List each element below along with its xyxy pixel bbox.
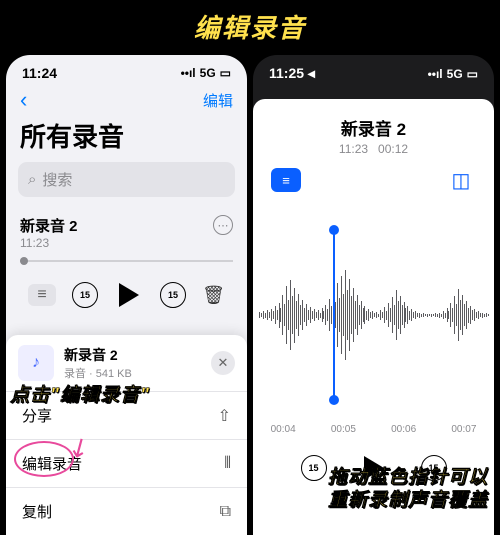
editor-tools: ≡ ◫ bbox=[253, 158, 494, 202]
eq-button[interactable]: ≡ bbox=[28, 284, 56, 306]
search-placeholder: 搜索 bbox=[42, 169, 72, 190]
network-label: 5G bbox=[447, 67, 463, 81]
nav-bar: ‹ 编辑 bbox=[6, 85, 247, 115]
recording-item[interactable]: 新录音 2 11:23 ⋯ bbox=[6, 207, 247, 254]
page-title: 编辑录音 bbox=[0, 0, 500, 55]
waveform-icon: ⫴ bbox=[224, 455, 231, 473]
tick: 00:07 bbox=[451, 424, 476, 435]
delete-button[interactable]: 🗑 bbox=[202, 285, 225, 306]
sheet-label: 分享 bbox=[22, 405, 52, 426]
battery-icon: ▭ bbox=[467, 67, 478, 81]
status-right: ••ıl 5G ▭ bbox=[181, 66, 231, 80]
share-icon: ⇧ bbox=[218, 406, 231, 426]
recording-time: 11:23 bbox=[20, 236, 78, 250]
status-right: ••ıl 5G ▭ bbox=[428, 67, 478, 81]
edit-button[interactable]: 编辑 bbox=[203, 90, 233, 111]
sheet-label: 编辑录音 bbox=[22, 453, 82, 474]
phone-left: 11:24 ••ıl 5G ▭ ‹ 编辑 所有录音 ⌕ 搜索 新录音 2 11:… bbox=[6, 55, 247, 535]
tick: 00:04 bbox=[271, 424, 296, 435]
screen-title: 所有录音 bbox=[6, 115, 247, 162]
skip-back-button[interactable]: 15 bbox=[301, 455, 327, 481]
playback-controls: ≡ 15 15 🗑 bbox=[6, 268, 247, 326]
callout-left: 点击"编辑录音" bbox=[10, 384, 150, 408]
settings-button[interactable]: ≡ bbox=[271, 168, 301, 192]
sheet-label: 复制 bbox=[22, 501, 52, 522]
timeline: 00:04 00:05 00:06 00:07 bbox=[253, 420, 494, 439]
search-icon: ⌕ bbox=[28, 171, 36, 188]
tick: 00:06 bbox=[391, 424, 416, 435]
signal-icon: ••ıl bbox=[181, 66, 196, 80]
editor-time: 11:23 bbox=[339, 142, 368, 156]
phones-container: 11:24 ••ıl 5G ▭ ‹ 编辑 所有录音 ⌕ 搜索 新录音 2 11:… bbox=[0, 55, 500, 535]
editor-header: 新录音 2 11:23 00:12 bbox=[253, 99, 494, 158]
back-button[interactable]: ‹ bbox=[20, 87, 27, 113]
callout-right: 拖动蓝色指针可以 重新录制声音覆盖 bbox=[328, 466, 488, 514]
action-sheet: ♪ 新录音 2 录音 · 541 KB ✕ 分享 ⇧ 编辑录音 ⫴ 复制 ⧉ bbox=[6, 335, 247, 535]
sheet-file-title: 新录音 2 bbox=[64, 345, 201, 365]
play-icon bbox=[119, 283, 139, 307]
status-bar: 11:25 ◂ ••ıl 5G ▭ bbox=[253, 55, 494, 86]
file-icon: ♪ bbox=[18, 345, 54, 381]
phone-right: 11:25 ◂ ••ıl 5G ▭ 新录音 2 11:23 00:12 ≡ ◫ … bbox=[253, 55, 494, 535]
play-button[interactable] bbox=[114, 280, 144, 310]
waveform-area[interactable] bbox=[253, 210, 494, 420]
recording-title: 新录音 2 bbox=[20, 215, 78, 236]
tick: 00:05 bbox=[331, 424, 356, 435]
status-time: 11:24 bbox=[22, 65, 57, 81]
crop-button[interactable]: ◫ bbox=[446, 168, 476, 192]
sheet-row-copy[interactable]: 复制 ⧉ bbox=[6, 487, 247, 535]
sheet-row-edit[interactable]: 编辑录音 ⫴ bbox=[6, 439, 247, 487]
editor-duration: 00:12 bbox=[378, 142, 408, 156]
status-bar: 11:24 ••ıl 5G ▭ bbox=[6, 55, 247, 85]
status-time: 11:25 ◂ bbox=[269, 65, 315, 82]
sheet-file-sub: 录音 · 541 KB bbox=[64, 365, 201, 381]
waveform bbox=[253, 260, 494, 370]
more-button[interactable]: ⋯ bbox=[213, 215, 233, 235]
playhead[interactable] bbox=[333, 230, 335, 400]
editor-title: 新录音 2 bbox=[253, 115, 494, 140]
battery-icon: ▭ bbox=[220, 66, 231, 80]
copy-icon: ⧉ bbox=[220, 503, 231, 521]
network-label: 5G bbox=[200, 66, 216, 80]
skip-back-button[interactable]: 15 bbox=[72, 282, 98, 308]
search-input[interactable]: ⌕ 搜索 bbox=[18, 162, 235, 197]
sheet-header: ♪ 新录音 2 录音 · 541 KB ✕ bbox=[6, 335, 247, 391]
scrubber[interactable] bbox=[20, 260, 233, 262]
skip-fwd-button[interactable]: 15 bbox=[160, 282, 186, 308]
sheet-close-button[interactable]: ✕ bbox=[211, 351, 235, 375]
signal-icon: ••ıl bbox=[428, 67, 443, 81]
